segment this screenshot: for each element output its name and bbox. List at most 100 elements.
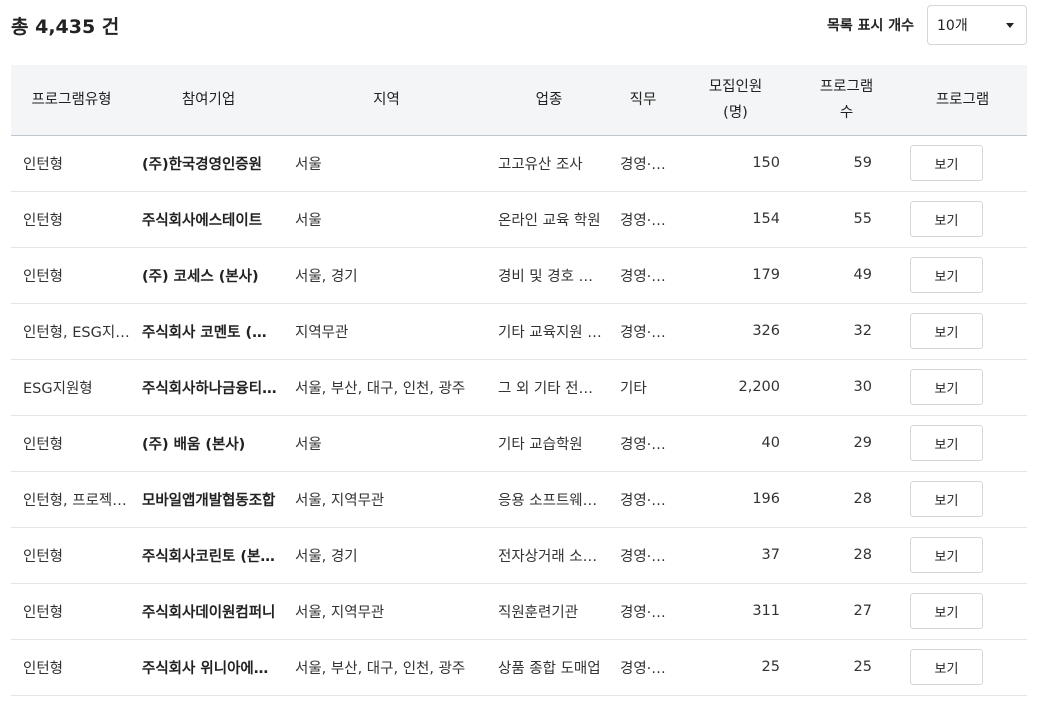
view-button[interactable]: 보기 bbox=[910, 649, 983, 685]
cell-company[interactable]: (주) 코세스 (본사) bbox=[132, 247, 285, 303]
cell-job: 경영·사무 bbox=[620, 660, 676, 677]
cell-company[interactable]: 주식회사 위니아에이드 bbox=[132, 639, 285, 695]
view-button[interactable]: 보기 bbox=[910, 145, 983, 181]
cell-program-type[interactable]: 인턴형 bbox=[11, 639, 132, 695]
cell-region: 서울, 경기 bbox=[295, 268, 358, 285]
cell-recruit-count: 326 bbox=[752, 323, 780, 339]
cell-program: 보기 bbox=[898, 583, 1027, 639]
table-row[interactable]: 인턴형 (주) 배움 (본사) 서울 기타 교습학원 경영·사무 40 29 보기 bbox=[11, 415, 1027, 471]
table-row[interactable]: 인턴형 주식회사 위니아에이드 서울, 부산, 대구, 인천, 광주 상품 종합 도매… bbox=[11, 639, 1027, 695]
cell-program-count: 28 bbox=[853, 547, 872, 563]
cell-program-type[interactable]: 인턴형 bbox=[11, 191, 132, 247]
cell-recruit-count: 37 bbox=[761, 547, 780, 563]
cell-program-type[interactable]: ESG지원형 bbox=[11, 359, 132, 415]
cell-program-count: 30 bbox=[853, 379, 872, 395]
cell-program-count: 32 bbox=[853, 323, 872, 339]
table-row[interactable]: 인턴형(주) 코세스 (본사) 서울, 경기 경비 및 경호 서비스업 경영·사무 17… bbox=[11, 247, 1027, 303]
cell-industry: 기타 교습학원 bbox=[498, 436, 583, 453]
table-row[interactable]: 인턴형, ESG지원형주식회사 코멘토 (본사) 지역무관 기타 교육지원 서비스업… bbox=[11, 303, 1027, 359]
cell-program: 보기 bbox=[898, 415, 1027, 471]
cell-program: 보기 bbox=[898, 471, 1027, 527]
view-button[interactable]: 보기 bbox=[910, 369, 983, 405]
header-program-type[interactable]: 프로그램유형 bbox=[11, 65, 132, 135]
cell-industry: 기타 교육지원 서비스업 bbox=[498, 324, 610, 341]
table-row[interactable]: 인턴형 주식회사데이원컴퍼니 서울, 지역무관 직원훈련기관 경영·사무 311 27 보기 bbox=[11, 583, 1027, 639]
header-recruit[interactable]: 모집인원 (명) bbox=[676, 65, 795, 135]
table-row[interactable]: 인턴형 주식회사에스테이트 서울 온라인 교육 학원 경영·사무 154 55 보기 bbox=[11, 191, 1027, 247]
cell-program-type[interactable]: 인턴형 bbox=[11, 415, 132, 471]
cell-job: 경영·사무 bbox=[620, 604, 676, 621]
header-region[interactable]: 지역 bbox=[285, 65, 488, 135]
list-header: 총 4,435 건 목록 표시 개수 10개 bbox=[0, 0, 1038, 60]
cell-program-type[interactable]: 인턴형, 프로젝트형 bbox=[11, 471, 132, 527]
header-company[interactable]: 참여기업 bbox=[132, 65, 285, 135]
table-row[interactable]: ESG지원형 주식회사하나금융티아이 서울, 부산, 대구, 인천, 광주 그 외 기… bbox=[11, 359, 1027, 415]
cell-program: 보기 bbox=[898, 639, 1027, 695]
cell-region: 서울 bbox=[295, 436, 322, 453]
total-count: 총 4,435 건 bbox=[11, 16, 120, 38]
cell-program-count: 27 bbox=[853, 603, 872, 619]
cell-job: 경영·사무 bbox=[620, 212, 676, 229]
chevron-down-icon bbox=[1006, 22, 1014, 28]
cell-region: 서울, 지역무관 bbox=[295, 492, 385, 509]
per-page-select[interactable]: 10개 bbox=[927, 5, 1027, 45]
header-count-line2: 수 bbox=[839, 104, 854, 121]
table-row[interactable]: 인턴형, 프로젝트형모바일앱개발협동조합 서울, 지역무관 응용 소프트웨어 개발 경… bbox=[11, 471, 1027, 527]
cell-program: 보기 bbox=[898, 303, 1027, 359]
cell-job: 경영·사무 bbox=[620, 492, 676, 509]
cell-recruit-count: 25 bbox=[761, 659, 780, 675]
cell-company[interactable]: 주식회사코린토 (본사) bbox=[132, 527, 285, 583]
cell-program-type[interactable]: 인턴형 bbox=[11, 527, 132, 583]
cell-company[interactable]: 주식회사데이원컴퍼니 bbox=[132, 583, 285, 639]
cell-program-type[interactable]: 인턴형 bbox=[11, 135, 132, 191]
header-program-count[interactable]: 프로그램 수 bbox=[795, 65, 898, 135]
cell-program-count: 55 bbox=[853, 211, 872, 227]
view-button[interactable]: 보기 bbox=[910, 537, 983, 573]
table-row[interactable]: 인턴형 주식회사코린토 (본사) 서울, 경기 전자상거래 소매업 경영·사무 37 28 보… bbox=[11, 527, 1027, 583]
cell-region: 서울, 지역무관 bbox=[295, 604, 385, 621]
view-button[interactable]: 보기 bbox=[910, 257, 983, 293]
cell-program-count: 29 bbox=[853, 435, 872, 451]
cell-industry: 온라인 교육 학원 bbox=[498, 212, 601, 229]
cell-program-type[interactable]: 인턴형 bbox=[11, 583, 132, 639]
cell-recruit-count: 179 bbox=[752, 267, 780, 283]
cell-company[interactable]: (주)한국경영인증원 bbox=[132, 135, 285, 191]
cell-program-count: 25 bbox=[853, 659, 872, 675]
cell-region: 지역무관 bbox=[295, 324, 349, 341]
cell-industry: 그 외 기타 전문 서비스업 bbox=[498, 380, 610, 397]
cell-industry: 상품 종합 도매업 bbox=[498, 660, 601, 677]
cell-job: 기타 bbox=[620, 380, 647, 397]
cell-industry: 경비 및 경호 서비스업 bbox=[498, 268, 610, 285]
cell-company[interactable]: 주식회사 코멘토 (본사) bbox=[132, 303, 285, 359]
cell-job: 경영·사무 bbox=[620, 268, 676, 285]
view-button[interactable]: 보기 bbox=[910, 481, 983, 517]
header-program: 프로그램 bbox=[935, 91, 990, 108]
table-row[interactable]: 인턴형 (주)한국경영인증원 서울 고고유산 조사 경영·사무 150 59 보기 bbox=[11, 135, 1027, 191]
cell-company[interactable]: (주) 배움 (본사) bbox=[132, 415, 285, 471]
view-button[interactable]: 보기 bbox=[910, 593, 983, 629]
per-page-value: 10개 bbox=[937, 18, 968, 34]
cell-job: 경영·사무 bbox=[620, 436, 676, 453]
view-button[interactable]: 보기 bbox=[910, 425, 983, 461]
cell-industry: 응용 소프트웨어 개발 bbox=[498, 492, 610, 509]
cell-program-type[interactable]: 인턴형, ESG지원형 bbox=[11, 303, 132, 359]
header-job[interactable]: 직무 bbox=[610, 65, 676, 135]
cell-company[interactable]: 모바일앱개발협동조합 bbox=[132, 471, 285, 527]
cell-industry: 전자상거래 소매업 bbox=[498, 548, 610, 565]
view-button[interactable]: 보기 bbox=[910, 201, 983, 237]
header-industry[interactable]: 업종 bbox=[488, 65, 610, 135]
cell-recruit-count: 196 bbox=[752, 491, 780, 507]
cell-recruit-count: 40 bbox=[761, 435, 780, 451]
cell-company[interactable]: 주식회사하나금융티아이 bbox=[132, 359, 285, 415]
cell-industry: 고고유산 조사 bbox=[498, 156, 583, 173]
cell-industry: 직원훈련기관 bbox=[498, 604, 579, 621]
cell-program-type[interactable]: 인턴형 bbox=[11, 247, 132, 303]
cell-program: 보기 bbox=[898, 527, 1027, 583]
table-header-row: 프로그램유형 참여기업 지역 업종 직무 모집인원 (명) 프로그램 수 프로그램 bbox=[11, 65, 1027, 135]
cell-region: 서울, 경기 bbox=[295, 548, 358, 565]
cell-program: 보기 bbox=[898, 247, 1027, 303]
cell-job: 경영·사무 bbox=[620, 156, 676, 173]
view-button[interactable]: 보기 bbox=[910, 313, 983, 349]
cell-company[interactable]: 주식회사에스테이트 bbox=[132, 191, 285, 247]
cell-region: 서울 bbox=[295, 212, 322, 229]
